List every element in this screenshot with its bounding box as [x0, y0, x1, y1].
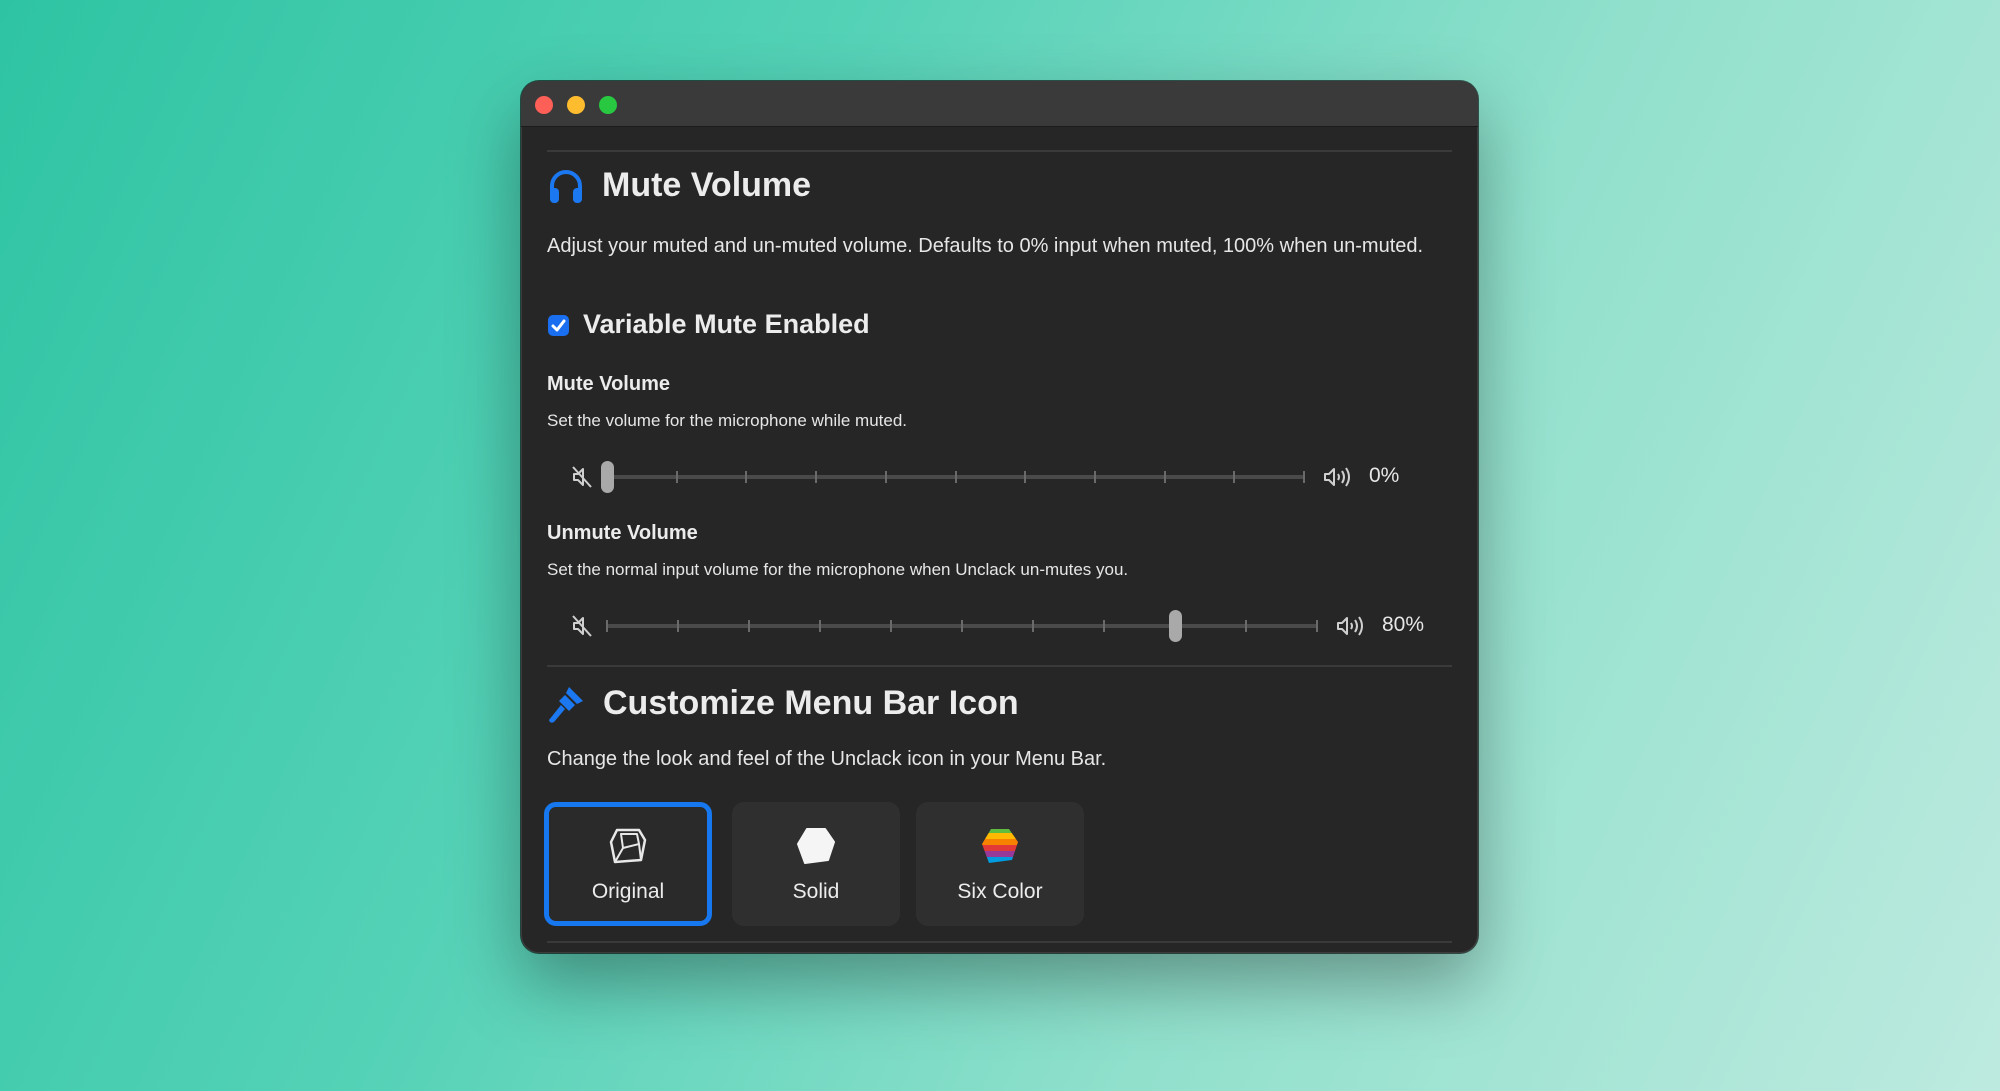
maximize-window-button[interactable]: [599, 96, 617, 114]
minimize-window-button[interactable]: [567, 96, 585, 114]
mute-volume-subdescription: Set the volume for the microphone while …: [547, 411, 908, 430]
section-divider: [547, 665, 1452, 667]
icon-option-label: Original: [591, 880, 665, 903]
close-window-button[interactable]: [535, 96, 553, 114]
section-divider: [547, 150, 1452, 152]
mute-volume-slider-thumb[interactable]: [601, 461, 614, 493]
icon-option-original[interactable]: Original: [544, 802, 712, 926]
settings-window: Mute Volume Adjust your muted and un-mut…: [521, 81, 1478, 953]
icon-option-six-color[interactable]: Six Color: [916, 802, 1084, 926]
bottom-divider: [547, 941, 1452, 943]
unmute-volume-slider-thumb[interactable]: [1169, 610, 1182, 642]
mute-volume-section-title: Mute Volume: [602, 166, 812, 204]
mute-volume-slider[interactable]: [601, 461, 1305, 493]
mute-volume-section-description: Adjust your muted and un-muted volume. D…: [547, 235, 1424, 257]
slider-tick: [884, 471, 887, 483]
slider-tick: [1103, 620, 1105, 632]
slider-tick: [675, 471, 678, 483]
mute-volume-slider-row: 0%: [521, 457, 1478, 497]
slider-tick: [1233, 471, 1236, 483]
speaker-muted-icon: [572, 615, 592, 637]
unmute-volume-slider-row: 80%: [521, 606, 1478, 646]
slider-tick: [815, 471, 818, 483]
mute-volume-value: 0%: [1369, 464, 1400, 487]
paintbrush-icon: [549, 687, 583, 723]
slider-tick: [819, 620, 821, 632]
customize-section-description: Change the look and feel of the Unclack …: [547, 748, 1107, 770]
slider-tick: [890, 620, 892, 632]
slider-tick: [606, 620, 608, 632]
title-bar[interactable]: [521, 81, 1478, 127]
customize-section-title: Customize Menu Bar Icon: [603, 684, 1019, 722]
icon-option-label: Solid: [792, 880, 840, 903]
checkmark-icon: [551, 319, 566, 332]
speaker-muted-icon: [572, 466, 592, 488]
slider-tick: [954, 471, 957, 483]
slider-tick: [1024, 471, 1027, 483]
slider-tick: [1245, 620, 1247, 632]
variable-mute-label[interactable]: Variable Mute Enabled: [583, 309, 870, 340]
mute-volume-subtitle: Mute Volume: [547, 373, 670, 395]
unmute-volume-slider[interactable]: [606, 610, 1318, 642]
slider-tick: [1093, 471, 1096, 483]
variable-mute-checkbox[interactable]: [548, 315, 569, 336]
icon-option-solid[interactable]: Solid: [732, 802, 900, 926]
slider-tick: [748, 620, 750, 632]
slider-tick: [961, 620, 963, 632]
slider-tick: [1303, 471, 1305, 483]
speaker-loud-icon: [1337, 616, 1363, 636]
unmute-volume-value: 80%: [1382, 613, 1425, 636]
slider-tick: [677, 620, 679, 632]
slider-tick: [1163, 471, 1166, 483]
unmute-volume-subtitle: Unmute Volume: [547, 522, 698, 544]
slider-tick: [1316, 620, 1318, 632]
keycap-six-color-icon: [982, 829, 1018, 863]
keycap-outline-icon: [609, 828, 647, 864]
icon-option-label: Six Color: [957, 880, 1043, 903]
unmute-volume-subdescription: Set the normal input volume for the micr…: [547, 560, 1129, 579]
keycap-solid-icon: [797, 828, 835, 864]
headphones-icon: [550, 170, 582, 203]
slider-tick: [1032, 620, 1034, 632]
slider-tick: [745, 471, 748, 483]
speaker-loud-icon: [1324, 467, 1350, 487]
